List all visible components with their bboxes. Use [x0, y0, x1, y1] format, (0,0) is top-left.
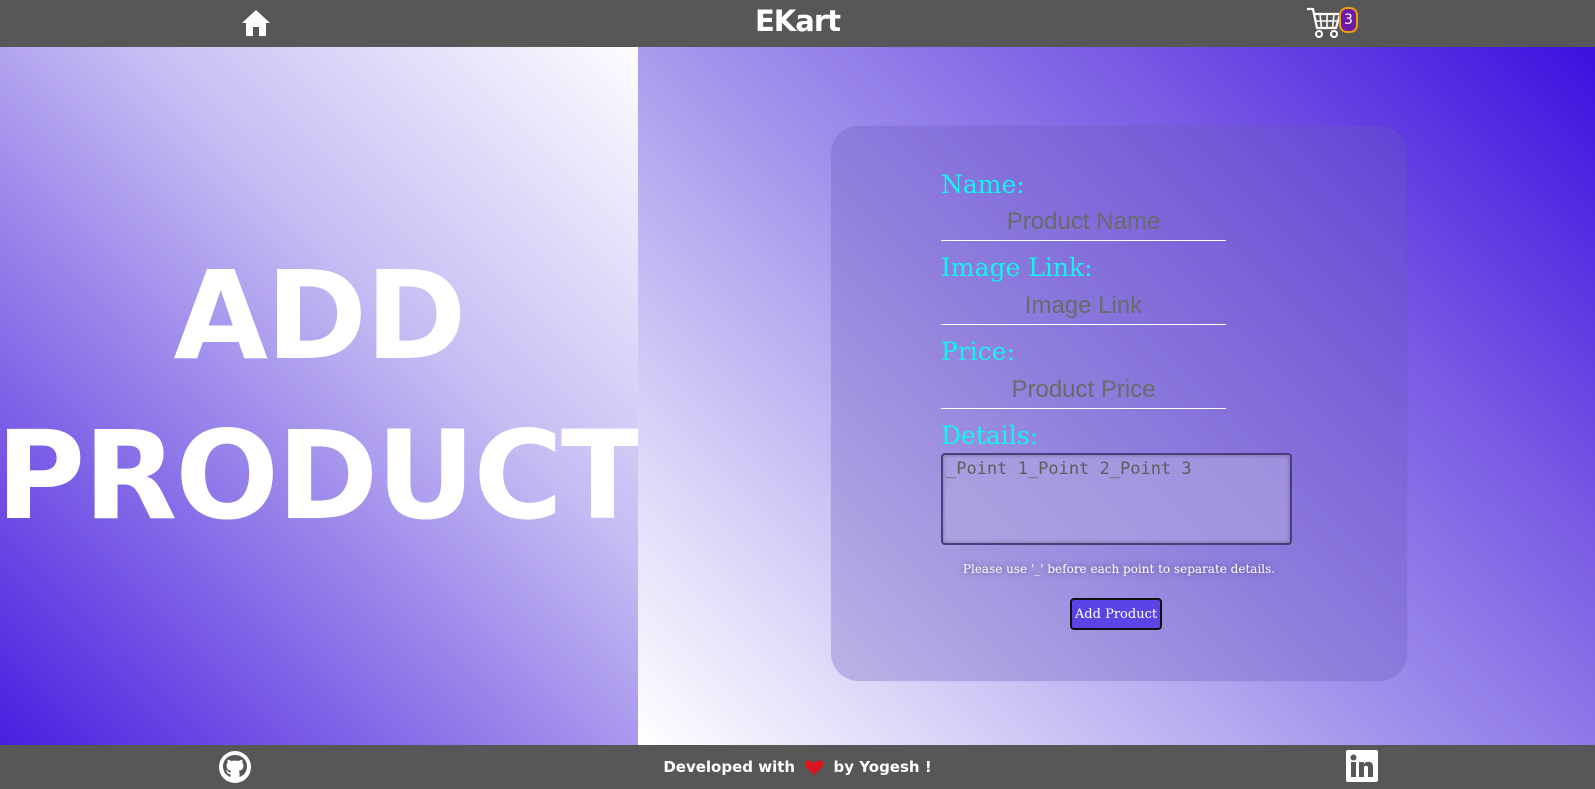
- credit-suffix: by Yogesh !: [833, 758, 932, 776]
- image-link-label: Image Link:: [941, 253, 1093, 282]
- cart-count-badge: 3: [1339, 7, 1358, 33]
- linkedin-icon[interactable]: [1346, 750, 1378, 782]
- heart-icon: [805, 760, 824, 775]
- footer: Developed with by Yogesh !: [0, 745, 1595, 789]
- details-hint: Please use '_' before each point to sepa…: [962, 562, 1276, 576]
- hero-line-add: ADD: [173, 245, 467, 387]
- price-label: Price:: [941, 337, 1015, 366]
- hero-line-product: PRODUCT: [0, 405, 644, 547]
- add-product-button[interactable]: Add Product: [1070, 598, 1162, 630]
- cart-icon[interactable]: [1306, 6, 1342, 40]
- product-name-input[interactable]: [941, 204, 1226, 241]
- details-label: Details:: [941, 421, 1039, 450]
- credit-prefix: Developed with: [663, 758, 796, 776]
- top-navbar: EKart 3: [0, 0, 1595, 47]
- product-price-input[interactable]: [941, 372, 1226, 409]
- form-panel: Name: Image Link: Price: Details: Please…: [638, 47, 1595, 745]
- image-link-input[interactable]: [941, 288, 1226, 325]
- add-product-form: Name: Image Link: Price: Details: Please…: [831, 126, 1407, 681]
- details-textarea[interactable]: [941, 453, 1292, 545]
- name-label: Name:: [941, 170, 1025, 199]
- hero-panel: ADD PRODUCT: [0, 47, 644, 745]
- hero-heading: ADD PRODUCT: [0, 47, 644, 745]
